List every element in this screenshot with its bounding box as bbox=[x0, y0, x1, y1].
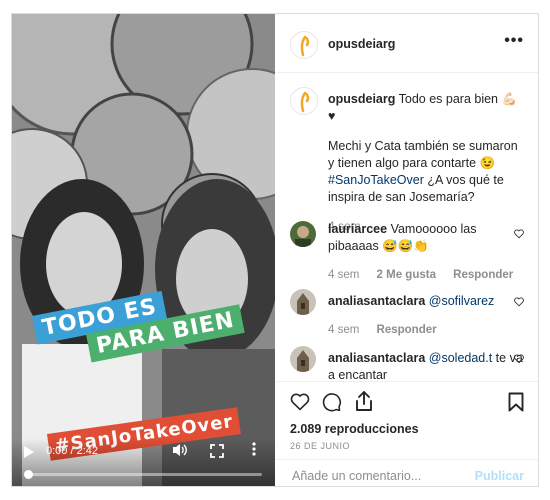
avatar[interactable] bbox=[290, 221, 316, 247]
comment-mention[interactable]: @sofilvarez bbox=[429, 294, 495, 308]
comment-time[interactable]: 4 sem bbox=[328, 269, 359, 281]
post-actions: 2.089 reproducciones 26 DE JUNIO Publica… bbox=[276, 381, 538, 487]
comment-likes[interactable]: 2 Me gusta bbox=[377, 269, 436, 281]
comment-time[interactable]: 4 sem bbox=[328, 324, 359, 336]
avatar[interactable] bbox=[290, 31, 318, 59]
more-horizontal-icon[interactable]: ••• bbox=[504, 32, 524, 50]
play-icon[interactable] bbox=[24, 446, 34, 458]
bookmark-icon[interactable] bbox=[508, 392, 524, 412]
caption-username[interactable]: opusdeiarg bbox=[328, 92, 395, 106]
comment: analiasantaclara @soledad.t te va a enca… bbox=[290, 346, 524, 381]
like-comment-icon[interactable] bbox=[514, 297, 524, 307]
like-comment-icon[interactable] bbox=[514, 229, 524, 239]
caption-text: Mechi y Cata también se sumaron y tienen… bbox=[328, 139, 518, 170]
comment-username[interactable]: analiasantaclara bbox=[328, 351, 425, 365]
avatar[interactable] bbox=[290, 87, 318, 115]
comments-list[interactable]: opusdeiarg Todo es para bien 💪🏻 ♥ Mechi … bbox=[276, 73, 538, 381]
header-username[interactable]: opusdeiarg bbox=[328, 37, 395, 51]
heart-icon[interactable] bbox=[290, 392, 310, 411]
comment: lauriarcee Vamoooooo las pibaaaas 😅😅👏 4 … bbox=[290, 221, 524, 281]
caption: opusdeiarg Todo es para bien 💪🏻 ♥ Mechi … bbox=[290, 87, 524, 233]
reply-button[interactable]: Responder bbox=[377, 324, 437, 336]
avatar[interactable] bbox=[290, 346, 316, 372]
post-header: opusdeiarg ••• bbox=[276, 14, 538, 73]
reply-button[interactable]: Responder bbox=[453, 269, 513, 281]
comment-mention[interactable]: @soledad.t bbox=[429, 351, 492, 365]
comment-username[interactable]: lauriarcee bbox=[328, 222, 387, 236]
caption-hashtag[interactable]: #SanJoTakeOver bbox=[328, 173, 424, 187]
views-count[interactable]: 2.089 reproducciones bbox=[290, 422, 419, 436]
comment-username[interactable]: analiasantaclara bbox=[328, 294, 425, 308]
video-progress-bar[interactable] bbox=[24, 470, 262, 479]
post-frame: TODO ES PARA BIEN #SanJoTakeOver 0:00 / … bbox=[11, 13, 539, 487]
avatar[interactable] bbox=[290, 289, 316, 315]
volume-icon[interactable] bbox=[172, 443, 188, 461]
opus-dei-logo-icon bbox=[300, 35, 310, 57]
publish-button[interactable]: Publicar bbox=[475, 469, 524, 483]
video-time: 0:00 / 2:42 bbox=[46, 445, 98, 457]
opus-dei-logo-icon bbox=[300, 91, 310, 113]
share-icon[interactable] bbox=[354, 390, 374, 412]
post-date[interactable]: 26 DE JUNIO bbox=[290, 441, 350, 451]
comment-input[interactable] bbox=[290, 468, 474, 484]
comment-icon[interactable] bbox=[322, 392, 342, 412]
more-vertical-icon[interactable] bbox=[252, 442, 256, 460]
video-controls: 0:00 / 2:42 bbox=[12, 438, 275, 486]
add-comment-bar: Publicar bbox=[276, 459, 538, 488]
post-side-panel: opusdeiarg ••• opusdeiarg Todo es para b… bbox=[276, 14, 538, 486]
comment: analiasantaclara @sofilvarez 4 sem Respo… bbox=[290, 289, 524, 344]
fullscreen-icon[interactable] bbox=[210, 444, 224, 458]
video-player[interactable]: TODO ES PARA BIEN #SanJoTakeOver 0:00 / … bbox=[12, 14, 275, 486]
video-progress-handle[interactable] bbox=[24, 470, 33, 479]
like-comment-icon[interactable] bbox=[514, 354, 524, 364]
